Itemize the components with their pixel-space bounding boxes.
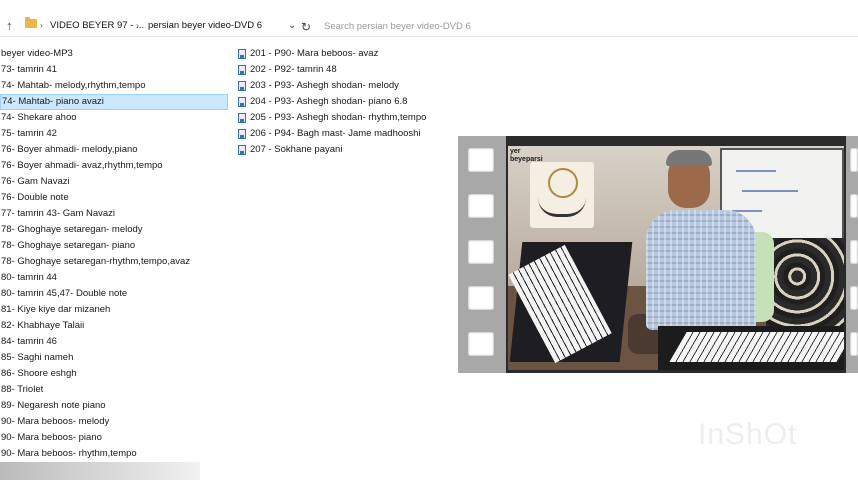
search-placeholder: Search persian beyer video-DVD 6 bbox=[324, 21, 471, 32]
list-item[interactable]: 204 - P93- Ashegh shodan- piano 6.8 bbox=[236, 94, 466, 110]
list-item[interactable]: 78- Ghoghaye setaregan- melody bbox=[0, 222, 228, 238]
keys-right bbox=[669, 332, 844, 362]
video-file-icon bbox=[238, 49, 246, 59]
file-name: 202 - P92- tamrin 48 bbox=[250, 64, 337, 75]
film-hole bbox=[468, 194, 494, 218]
file-name: 207 - Sokhane payani bbox=[250, 144, 343, 155]
list-item[interactable]: 76- Gam Navazi bbox=[0, 174, 228, 190]
chevron-down-icon[interactable]: ⌄ bbox=[288, 20, 296, 31]
film-strip-right bbox=[846, 136, 858, 373]
address-bar[interactable]: › VIDEO BEYER 97 - ... › persian beyer v… bbox=[20, 17, 310, 37]
list-item[interactable]: 205 - P93- Ashegh shodan- rhythm,tempo bbox=[236, 110, 466, 126]
video-file-icon bbox=[238, 113, 246, 123]
list-item[interactable]: 80- tamrin 44 bbox=[0, 270, 228, 286]
video-frame[interactable]: yer beyeparsi bbox=[508, 146, 844, 370]
list-item[interactable]: 78- Ghoghaye setaregan- piano bbox=[0, 238, 228, 254]
up-arrow-icon[interactable]: ↑ bbox=[6, 18, 13, 33]
breadcrumb-item[interactable]: VIDEO BEYER 97 - ... bbox=[50, 20, 144, 31]
list-item[interactable]: 89- Negaresh note piano bbox=[0, 398, 228, 414]
video-file-icon bbox=[238, 97, 246, 107]
video-file-icon bbox=[238, 145, 246, 155]
channel-logo bbox=[530, 162, 594, 228]
film-hole bbox=[850, 148, 858, 172]
blurred-overlay bbox=[0, 462, 200, 480]
list-item[interactable]: 206 - P94- Bagh mast- Jame madhooshi bbox=[236, 126, 466, 142]
list-item[interactable]: 85- Saghi nameh bbox=[0, 350, 228, 366]
list-item[interactable]: 77- tamrin 43- Gam Navazi bbox=[0, 206, 228, 222]
list-item[interactable]: 90- Mara beboos- piano bbox=[0, 430, 228, 446]
list-item[interactable]: 81- Kiye kiye dar mizaneh bbox=[0, 302, 228, 318]
person-shirt bbox=[646, 210, 756, 330]
video-file-icon bbox=[238, 65, 246, 75]
file-list-column-1: beyer video-MP3 73- tamrin 41 74- Mahtab- … bbox=[0, 46, 228, 462]
list-item[interactable]: 76- Boyer ahmadi- avaz,rhythm,tempo bbox=[0, 158, 228, 174]
list-item[interactable]: 201 - P90- Mara beboos- avaz bbox=[236, 46, 466, 62]
file-name: 205 - P93- Ashegh shodan- rhythm,tempo bbox=[250, 112, 427, 123]
film-hole bbox=[850, 194, 858, 218]
person-hair bbox=[666, 150, 712, 166]
film-strip-left bbox=[458, 136, 506, 373]
film-hole bbox=[468, 240, 494, 264]
film-hole bbox=[850, 240, 858, 264]
list-item[interactable]: 90- Mara beboos- rhythm,tempo bbox=[0, 446, 228, 462]
list-item[interactable]: 207 - Sokhane payani bbox=[236, 142, 466, 158]
file-name: 204 - P93- Ashegh shodan- piano 6.8 bbox=[250, 96, 408, 107]
list-item[interactable]: 76- Boyer ahmadi- melody,piano bbox=[0, 142, 228, 158]
file-name: 201 - P90- Mara beboos- avaz bbox=[250, 48, 379, 59]
breadcrumb-item[interactable]: persian beyer video-DVD 6 bbox=[148, 20, 262, 31]
film-hole bbox=[850, 286, 858, 310]
list-item[interactable]: 74- Mahtab- piano avazi bbox=[0, 94, 228, 110]
search-input[interactable]: Search persian beyer video-DVD 6 bbox=[316, 16, 736, 38]
video-film-frame: yer beyeparsi bbox=[458, 136, 858, 373]
list-item[interactable]: 74- Shekare ahoo bbox=[0, 110, 228, 126]
film-hole bbox=[468, 148, 494, 172]
file-name: 203 - P93- Ashegh shodan- melody bbox=[250, 80, 399, 91]
file-name: 206 - P94- Bagh mast- Jame madhooshi bbox=[250, 128, 421, 139]
file-list-column-2: 201 - P90- Mara beboos- avaz 202 - P92- t… bbox=[236, 46, 466, 158]
video-file-icon bbox=[238, 129, 246, 139]
film-hole bbox=[468, 286, 494, 310]
list-item[interactable]: 73- tamrin 41 bbox=[0, 62, 228, 78]
list-item[interactable]: beyer video-MP3 bbox=[0, 46, 228, 62]
rug bbox=[766, 238, 844, 334]
list-item[interactable]: 76- Double note bbox=[0, 190, 228, 206]
list-item[interactable]: 203 - P93- Ashegh shodan- melody bbox=[236, 78, 466, 94]
chevron-right-icon[interactable]: › bbox=[136, 21, 139, 30]
folder-icon bbox=[25, 17, 37, 28]
list-item[interactable]: 86- Shoore eshgh bbox=[0, 366, 228, 382]
list-item[interactable]: 75- tamrin 42 bbox=[0, 126, 228, 142]
list-item[interactable]: 90- Mara beboos- melody bbox=[0, 414, 228, 430]
video-file-icon bbox=[238, 81, 246, 91]
explorer-toolbar: ↑ › VIDEO BEYER 97 - ... › persian beyer… bbox=[0, 0, 858, 37]
list-item[interactable]: 202 - P92- tamrin 48 bbox=[236, 62, 466, 78]
list-item[interactable]: 84- tamrin 46 bbox=[0, 334, 228, 350]
film-hole bbox=[850, 332, 858, 356]
list-item[interactable]: 80- tamrin 45,47- Double note bbox=[0, 286, 228, 302]
chevron-right-icon[interactable]: › bbox=[40, 21, 43, 30]
film-hole bbox=[468, 332, 494, 356]
refresh-icon[interactable]: ↻ bbox=[301, 20, 311, 34]
watermark-logo: InShOt bbox=[698, 418, 798, 451]
video-label: yer bbox=[510, 148, 521, 155]
list-item[interactable]: 82- Khabhaye Talaii bbox=[0, 318, 228, 334]
video-label: beyeparsi bbox=[510, 156, 543, 163]
list-item[interactable]: 88- Triolet bbox=[0, 382, 228, 398]
list-item[interactable]: 74- Mahtab- melody,rhythm,tempo bbox=[0, 78, 228, 94]
list-item[interactable]: 78- Ghoghaye setaregan-rhythm,tempo,avaz bbox=[0, 254, 228, 270]
